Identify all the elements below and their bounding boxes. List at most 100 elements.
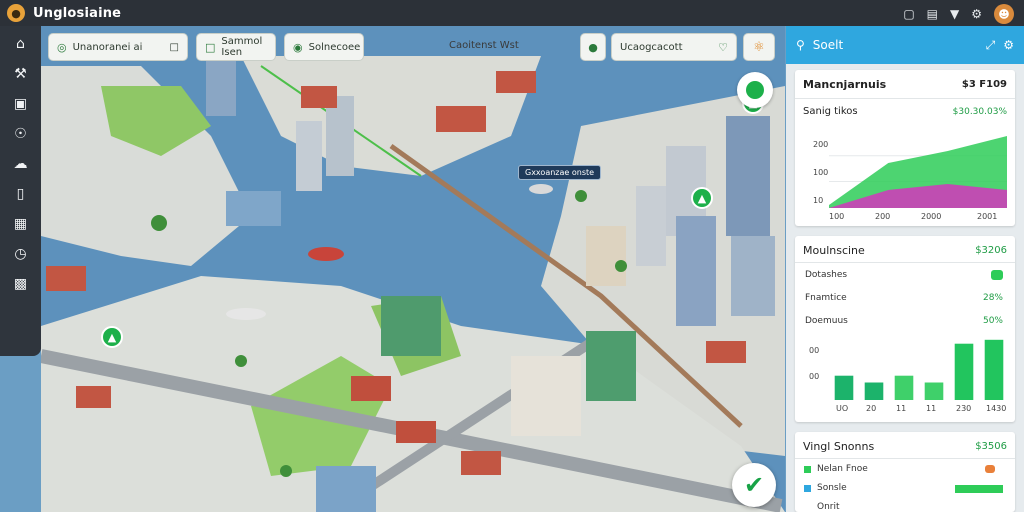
- location-pin-icon[interactable]: ▲: [691, 187, 713, 209]
- card-subtitle: Sanig tikos: [803, 106, 858, 117]
- card-management: Mancnjarnuis $3 F109 Sanig tikos $30.30.…: [795, 70, 1015, 226]
- house-roof-5: [461, 451, 501, 475]
- divider: [795, 98, 1015, 99]
- y-tick: 10: [813, 196, 824, 205]
- window-icon[interactable]: ▢: [903, 7, 914, 21]
- x-tick: 200: [875, 212, 891, 221]
- tree-3: [575, 190, 587, 202]
- tools-icon: ⚛: [753, 39, 765, 55]
- app-logo-icon: ●: [7, 4, 25, 22]
- left-toolbar: ⌂ ⚒ ▣ ☉ ☁ ▯ ▦ ◷ ▩: [0, 26, 41, 356]
- tree-4: [615, 260, 627, 272]
- clock-icon[interactable]: ◷: [10, 246, 32, 262]
- app-title: Unglosiaine: [33, 5, 122, 21]
- globe-icon[interactable]: ☉: [10, 126, 32, 142]
- green-square-icon: [804, 466, 811, 473]
- status-dot: [985, 465, 995, 473]
- card-subvalue: $30.30.03%: [952, 107, 1007, 117]
- divider: [795, 458, 1015, 459]
- row-label: Sonsle: [817, 483, 847, 493]
- row-label: Dotashes: [805, 270, 848, 280]
- bar: [894, 375, 914, 400]
- chip-label: Sammol Isen: [221, 36, 263, 58]
- house-roof-9: [706, 341, 746, 363]
- settings-icon[interactable]: ⚙: [971, 7, 982, 21]
- tower-g: [731, 236, 775, 316]
- chip-locations[interactable]: ◉ Solnecoee: [284, 33, 364, 61]
- card-title: Moulnscine: [803, 244, 865, 257]
- y-tick: 200: [813, 140, 829, 149]
- card-title: Vingl Snonns: [803, 440, 875, 453]
- map-focus-button[interactable]: [737, 72, 773, 108]
- tree-1: [151, 215, 167, 231]
- y-tick: 00: [809, 372, 820, 381]
- tower-f: [676, 216, 716, 326]
- house-roof-4: [396, 421, 436, 443]
- resize-icon[interactable]: ⤢: [986, 38, 996, 53]
- chip-search[interactable]: Ucaogcacott ♡: [611, 33, 737, 61]
- y-tick: 00: [809, 346, 820, 355]
- card-value: $3 F109: [961, 79, 1007, 90]
- x-tick: UO: [836, 404, 849, 413]
- chart-icon[interactable]: ▦: [10, 216, 32, 232]
- status-toggle[interactable]: [991, 270, 1003, 280]
- block-blue-south: [316, 466, 376, 512]
- focus-icon: [746, 81, 764, 99]
- green-building-a: [381, 296, 441, 356]
- city-map[interactable]: Caoitenst Wst Gxxoanzae onste ▲ ▲ ▲: [41, 26, 785, 512]
- row-value: 28%: [982, 293, 1003, 303]
- row-label: Onrit: [817, 502, 840, 512]
- x-tick: 1430: [986, 404, 1007, 413]
- book-icon[interactable]: ▯: [10, 186, 32, 202]
- map-callout[interactable]: Gxxoanzae onste: [518, 165, 602, 180]
- camera-icon[interactable]: ▣: [10, 96, 32, 112]
- tower-c: [296, 121, 322, 191]
- divider: [795, 262, 1015, 263]
- avatar[interactable]: ☻: [994, 4, 1014, 24]
- row-label: Doemuus: [805, 316, 848, 326]
- chip-schedule[interactable]: □ Sammol Isen: [196, 33, 276, 61]
- chip-overview[interactable]: ◎ Unanoranei ai □: [48, 33, 188, 61]
- house-roof-3: [351, 376, 391, 401]
- leaf-icon: ●: [588, 40, 598, 54]
- chip-label: Unanoranei ai: [72, 41, 143, 53]
- chip-label: Ucaogcacott: [620, 41, 683, 53]
- side-panel-title: Soelt: [812, 38, 844, 52]
- y-tick: 100: [813, 168, 829, 177]
- card-movement: Moulnscine $3206 Dotashes Fnamtice 28% D…: [795, 236, 1015, 422]
- block-white: [511, 356, 581, 436]
- map-filter-chips: ◎ Unanoranei ai □ □ Sammol Isen ◉ Solnec…: [48, 33, 364, 61]
- confirm-check-button[interactable]: ✔: [732, 463, 776, 507]
- location-pin-icon[interactable]: ▲: [101, 326, 123, 348]
- settings-icon[interactable]: ⚙: [1003, 38, 1014, 52]
- x-tick: 230: [956, 404, 972, 413]
- x-tick: 100: [829, 212, 845, 221]
- chip-extra[interactable]: ⚛: [743, 33, 775, 61]
- card-signals: Vingl Snonns $3506 Nelan Fnoe Sonsle Onr…: [795, 432, 1015, 512]
- side-panel-header: ⚲ Soelt ⤢ ⚙: [786, 26, 1024, 64]
- home-icon[interactable]: ⌂: [10, 36, 32, 52]
- document-icon[interactable]: ▤: [927, 7, 938, 21]
- search-icon[interactable]: ⚲: [796, 38, 805, 52]
- chip-toggle[interactable]: ●: [580, 33, 606, 61]
- x-tick: 20: [866, 404, 877, 413]
- bar: [924, 382, 944, 400]
- briefcase-icon[interactable]: ▩: [10, 276, 32, 292]
- tower-a: [206, 56, 236, 116]
- tower-h: [636, 186, 666, 266]
- boat-red: [308, 247, 344, 261]
- tools-icon[interactable]: ⚒: [10, 66, 32, 82]
- card-value: $3206: [975, 245, 1007, 256]
- map-canvas: [41, 56, 785, 512]
- bar-chart: [834, 339, 1004, 400]
- window-controls: ▢ ▤ ▼ ⚙ ☻: [903, 4, 1014, 24]
- row-value: 50%: [982, 316, 1003, 326]
- tree-2: [235, 355, 247, 367]
- block-beige: [586, 226, 626, 286]
- compass-icon: ◎: [57, 40, 67, 54]
- shield-icon[interactable]: ▼: [950, 7, 959, 21]
- cloud-icon[interactable]: ☁: [10, 156, 32, 172]
- row-label: Fnamtice: [805, 293, 847, 303]
- boat-small: [529, 184, 553, 194]
- bar: [954, 343, 974, 400]
